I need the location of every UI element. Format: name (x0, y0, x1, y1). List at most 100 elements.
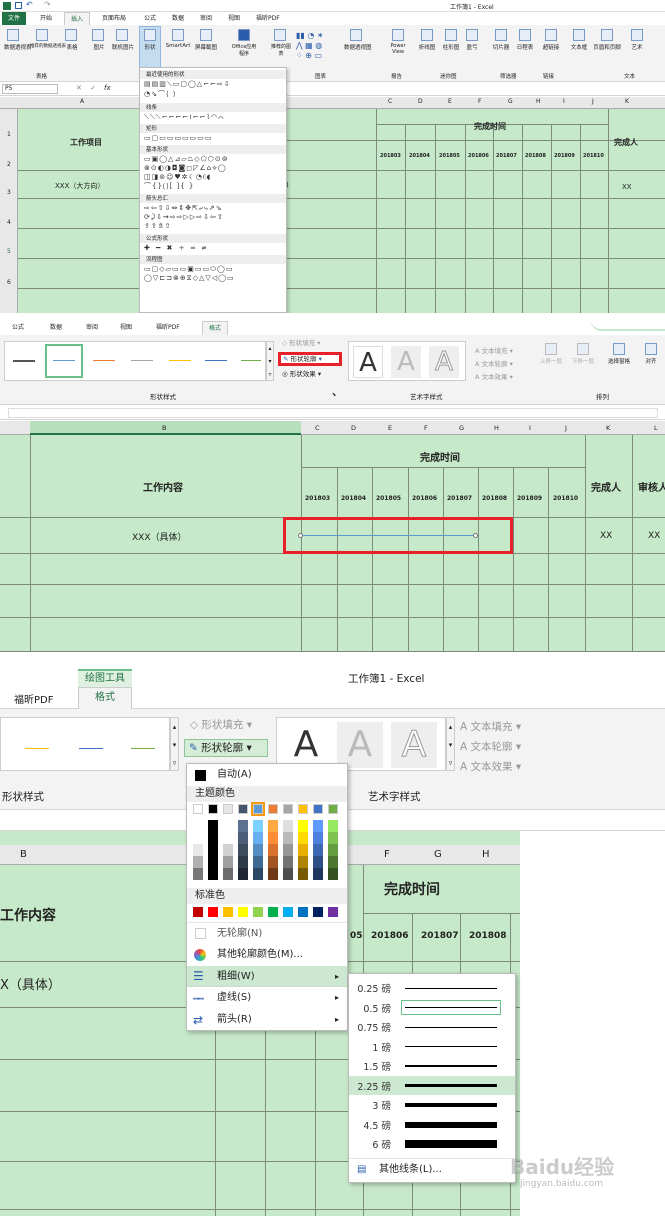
weight-option[interactable]: 2.25 磅 (349, 1075, 515, 1095)
shapes-button[interactable]: 形状 (139, 26, 161, 70)
equation-shapes-row[interactable]: ✚ ━ ✖ ÷ ═ ≠ (144, 244, 209, 252)
theme-shade-swatch[interactable] (193, 820, 203, 832)
theme-shade-swatch[interactable] (238, 820, 248, 832)
menu-no-outline[interactable]: 无轮廓(N) (187, 922, 347, 944)
standard-color-swatch[interactable] (193, 907, 203, 917)
tab-data[interactable]: 数据 (44, 321, 68, 334)
theme-shade-swatch[interactable] (223, 844, 233, 856)
theme-shade-swatch[interactable] (283, 820, 293, 832)
wordart-scroll-icon[interactable]: ▴ ▾ ▿ (446, 717, 455, 771)
col-header-f[interactable]: F (424, 424, 428, 432)
col-header-j[interactable]: J (592, 98, 594, 105)
style-swatch[interactable] (53, 360, 75, 361)
col-header-h[interactable]: H (536, 98, 541, 105)
theme-color-swatch[interactable] (208, 804, 218, 814)
col-header-j[interactable]: J (565, 424, 567, 432)
text-effects-button[interactable]: A 文本效果 ▾ (460, 759, 521, 774)
row-review[interactable]: XX (648, 531, 660, 541)
tab-insert[interactable]: 插入 (64, 12, 91, 26)
standard-color-swatch[interactable] (298, 907, 308, 917)
screenshot-button[interactable]: 屏幕截图 (193, 29, 219, 51)
theme-shade-swatch[interactable] (238, 868, 248, 880)
weight-option[interactable]: 0.5 磅 (349, 998, 515, 1017)
style-swatch-selected[interactable] (45, 344, 83, 378)
tab-review[interactable]: 审阅 (194, 12, 218, 25)
col-header-e[interactable]: E (388, 424, 392, 432)
row-header-5[interactable]: 5 (7, 248, 11, 255)
tab-format[interactable]: 格式 (78, 687, 132, 709)
enter-icon[interactable]: ✓ (90, 84, 96, 92)
shape-fill-button[interactable]: ◇ 形状填充 ▾ (282, 337, 320, 347)
row-header-4[interactable]: 4 (7, 219, 11, 226)
theme-shade-swatch[interactable] (208, 820, 218, 832)
charts-gallery-icon[interactable]: ▮▮ ◔ ✶ ⋀ ▦ ◍ ⁘ ⊕ ▭ (296, 31, 336, 61)
tab-formulas[interactable]: 公式 (6, 321, 30, 334)
office-apps-button[interactable]: Office应用程序 (230, 29, 258, 57)
theme-shade-swatch[interactable] (313, 868, 323, 880)
theme-shade-swatch[interactable] (208, 844, 218, 856)
tab-home[interactable]: 开始 (34, 12, 58, 25)
standard-color-swatch[interactable] (253, 907, 263, 917)
theme-color-swatch[interactable] (283, 804, 293, 814)
theme-shade-swatch[interactable] (328, 832, 338, 844)
weight-option[interactable]: 0.75 磅 (349, 1017, 515, 1036)
theme-shade-swatch[interactable] (253, 856, 263, 868)
theme-shade-swatch[interactable] (268, 820, 278, 832)
theme-shade-swatch[interactable] (283, 856, 293, 868)
header-footer-button[interactable]: 页眉和页脚 (592, 29, 622, 51)
tab-foxit-pdf[interactable]: 福昕PDF (150, 321, 186, 334)
menu-arrows[interactable]: ⇄ 箭头(R) ▸ (187, 1009, 347, 1031)
row-header-1[interactable]: 1 (7, 131, 11, 138)
style-swatch[interactable] (25, 748, 49, 749)
tab-review[interactable]: 审阅 (80, 321, 104, 334)
standard-color-swatch[interactable] (238, 907, 248, 917)
col-header-f[interactable]: F (384, 849, 390, 860)
col-header-b[interactable]: B (162, 424, 166, 432)
tab-foxit-pdf[interactable]: 福昕PDF (250, 12, 286, 25)
col-header-l[interactable]: L (654, 424, 658, 432)
tab-format[interactable]: 格式 (202, 321, 229, 335)
theme-shade-swatch[interactable] (253, 844, 263, 856)
theme-color-swatch[interactable] (238, 804, 248, 814)
theme-shade-swatch[interactable] (328, 844, 338, 856)
theme-shade-swatch[interactable] (223, 856, 233, 868)
standard-color-swatch[interactable] (328, 907, 338, 917)
tab-view[interactable]: 视图 (114, 321, 138, 334)
row3-person[interactable]: XX (622, 183, 632, 191)
row3-work-item[interactable]: XXX（大方向） (55, 181, 104, 191)
theme-shade-swatch[interactable] (238, 856, 248, 868)
wordart-style-swatch[interactable]: A (283, 722, 329, 768)
weight-option[interactable]: 1 磅 (349, 1037, 515, 1056)
textbox-button[interactable]: 文本框 (568, 29, 590, 51)
theme-shade-swatch[interactable] (223, 868, 233, 880)
tab-file[interactable]: 文件 (2, 12, 27, 25)
col-header-a[interactable]: A (80, 98, 84, 105)
col-header-i[interactable]: I (563, 98, 565, 105)
standard-color-swatch[interactable] (223, 907, 233, 917)
sparkline-column-button[interactable]: 柱形图 (440, 29, 462, 51)
theme-shade-swatch[interactable] (313, 844, 323, 856)
theme-shade-swatch[interactable] (268, 856, 278, 868)
theme-color-swatch[interactable] (223, 804, 233, 814)
sparkline-line-button[interactable]: 折线图 (416, 29, 438, 51)
standard-color-swatch[interactable] (283, 907, 293, 917)
row-content[interactable]: XXX（具体） (132, 530, 187, 543)
col-header-h[interactable]: H (482, 849, 490, 860)
col-header-g[interactable]: G (508, 98, 513, 105)
row-header-3[interactable]: 3 (7, 189, 11, 196)
gallery-scroll-icon[interactable]: ▴ ▾ ▿ (170, 717, 179, 771)
text-fill-button[interactable]: A 文本填充 ▾ (475, 345, 513, 355)
theme-shade-swatch[interactable] (193, 856, 203, 868)
theme-shade-swatch[interactable] (298, 856, 308, 868)
theme-shade-swatch[interactable] (223, 820, 233, 832)
theme-color-swatch[interactable] (193, 804, 203, 814)
theme-shade-swatch[interactable] (313, 820, 323, 832)
theme-shade-swatch[interactable] (193, 832, 203, 844)
theme-shade-swatch[interactable] (283, 844, 293, 856)
standard-color-swatch[interactable] (313, 907, 323, 917)
theme-shade-swatch[interactable] (328, 856, 338, 868)
theme-shade-swatch[interactable] (193, 868, 203, 880)
menu-weight[interactable]: ☰ 粗细(W) ▸ (187, 966, 347, 988)
send-backward-button[interactable]: 下移一层 (568, 343, 598, 365)
text-fill-button[interactable]: A 文本填充 ▾ (460, 719, 521, 734)
